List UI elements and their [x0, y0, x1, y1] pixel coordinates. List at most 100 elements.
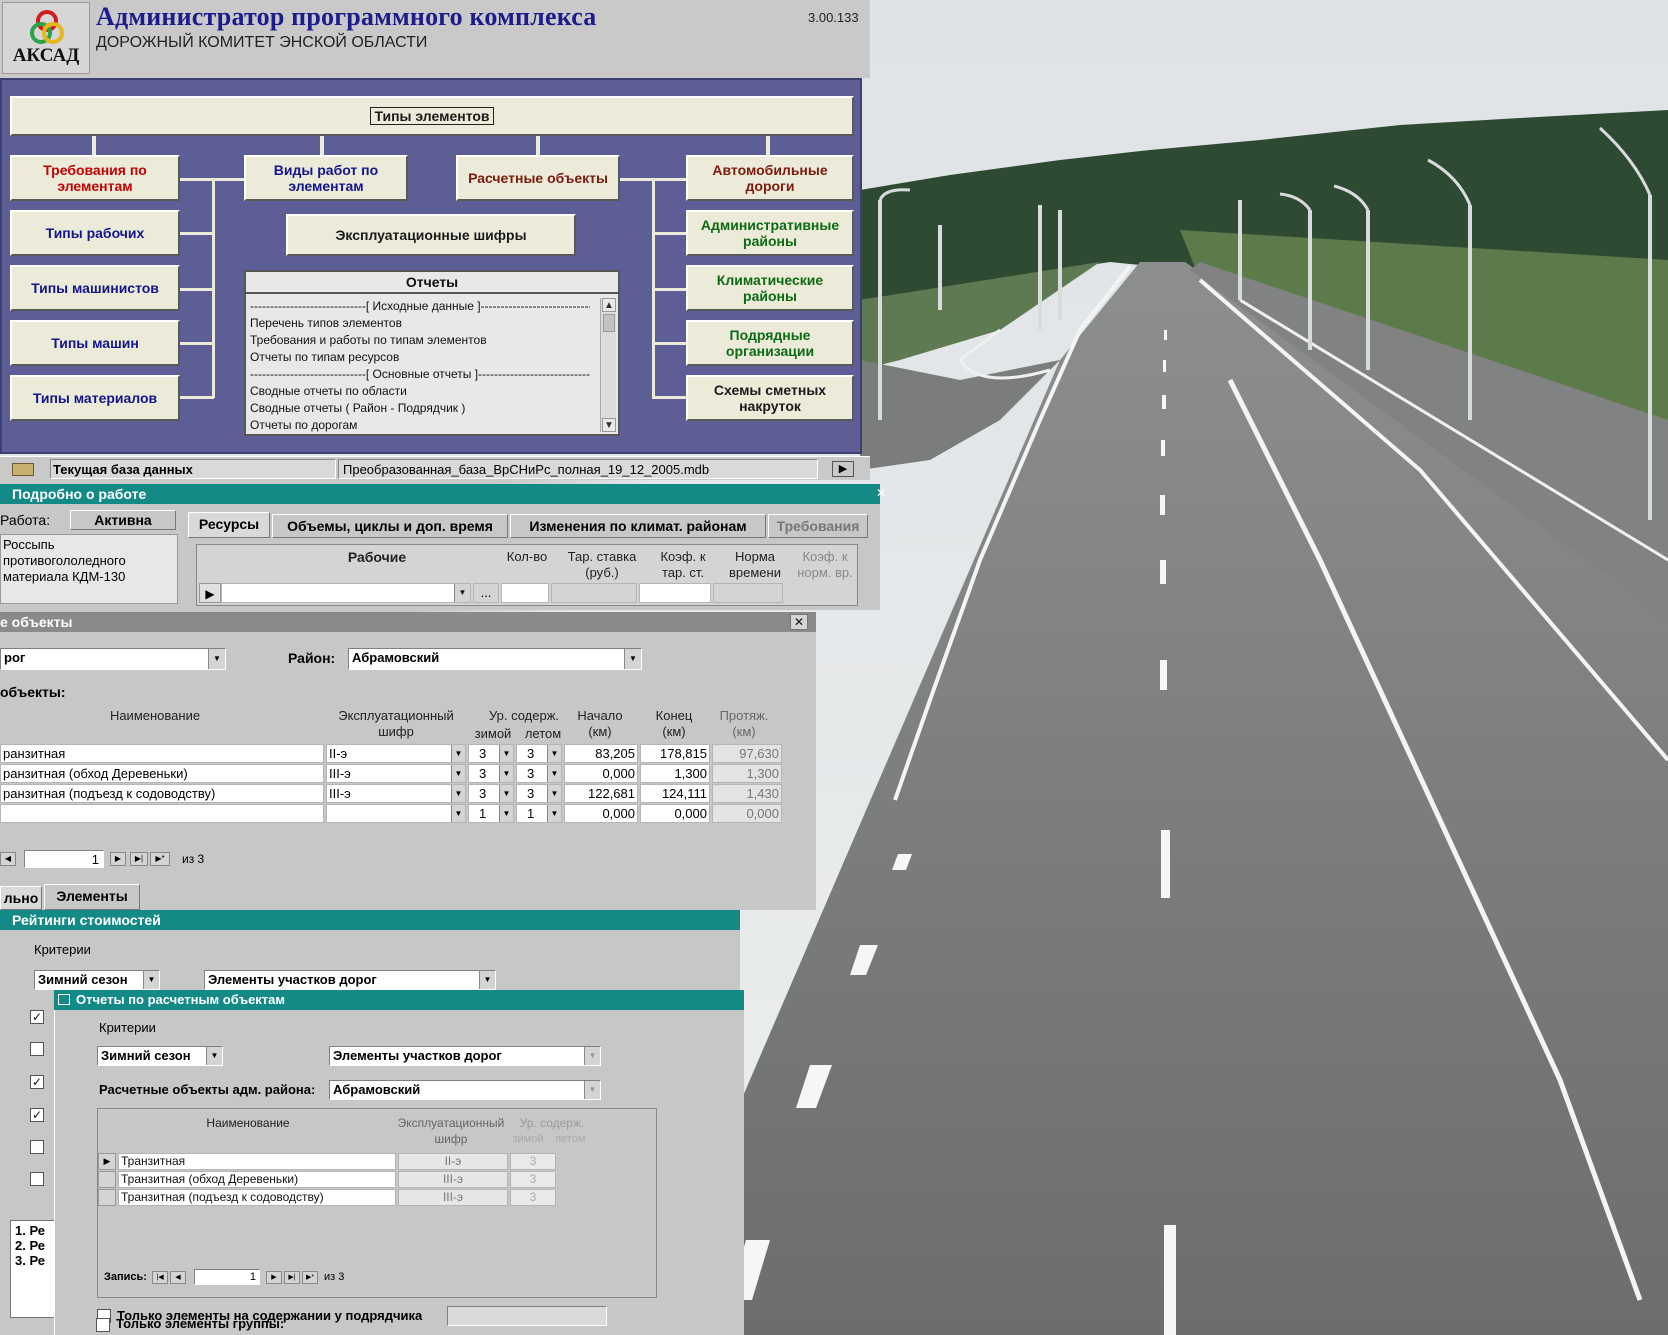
chevron-down-icon[interactable]: ▼: [499, 765, 513, 782]
climate-districts-button[interactable]: Климатические районы: [686, 265, 854, 311]
chevron-down-icon[interactable]: ▼: [499, 785, 513, 802]
report-cell-code[interactable]: III-э: [398, 1171, 508, 1188]
last-record-icon[interactable]: ▶|: [284, 1271, 300, 1284]
rate-coef-cell[interactable]: [639, 583, 711, 603]
chevron-down-icon[interactable]: ▼: [208, 649, 225, 669]
chevron-down-icon[interactable]: ▼: [499, 805, 513, 822]
report-cell-code[interactable]: II-э: [398, 1153, 508, 1170]
table-cell-name[interactable]: ранзитная: [0, 744, 324, 763]
table-cell-name[interactable]: ранзитная (обход Деревеньки): [0, 764, 324, 783]
report-item[interactable]: Сводные отчеты ( Район - Подрядчик ): [250, 400, 590, 417]
work-types-button[interactable]: Виды работ по элементам: [244, 155, 408, 201]
tab-elements[interactable]: Элементы: [44, 884, 140, 910]
chevron-down-icon[interactable]: ▼: [547, 765, 561, 782]
table-cell-code[interactable]: II-э: [326, 744, 466, 763]
table-cell-code[interactable]: III-э: [326, 784, 466, 803]
chevron-down-icon[interactable]: ▼: [451, 765, 465, 782]
group-only-checkbox[interactable]: [96, 1318, 110, 1332]
element-types-button[interactable]: Типы элементов: [10, 96, 854, 136]
chevron-down-icon[interactable]: ▼: [584, 1081, 600, 1099]
report-item[interactable]: Отчеты по типам ресурсов: [250, 349, 590, 366]
prev-record-icon[interactable]: ◀: [0, 852, 16, 866]
scroll-down-icon[interactable]: ▼: [602, 418, 616, 432]
report-item[interactable]: Отчеты по дорогам: [250, 417, 590, 434]
next-record-icon[interactable]: ▶: [110, 852, 126, 866]
table-cell-name[interactable]: [0, 804, 324, 823]
table-cell-length[interactable]: 97,630: [712, 744, 782, 763]
row-selector-icon[interactable]: ▶: [199, 583, 221, 603]
prev-record-icon[interactable]: ◀: [170, 1271, 186, 1284]
close-icon[interactable]: ✕: [790, 614, 808, 630]
report-item[interactable]: Перечень типов элементов: [250, 315, 590, 332]
material-types-button[interactable]: Типы материалов: [10, 375, 180, 421]
table-cell-length[interactable]: 1,300: [712, 764, 782, 783]
reports-scrollbar[interactable]: ▲ ▼: [600, 298, 616, 432]
record-number[interactable]: 1: [194, 1269, 260, 1285]
season-select[interactable]: Зимний сезон: [34, 970, 160, 990]
rate-cell[interactable]: [551, 583, 637, 603]
calc-objects-button[interactable]: Расчетные объекты: [456, 155, 620, 201]
requirements-button[interactable]: Требования по элементам: [10, 155, 180, 201]
next-record-icon[interactable]: ▶: [266, 1271, 282, 1284]
roads-button[interactable]: Автомобильные дороги: [686, 155, 854, 201]
rating-checkbox[interactable]: ✓: [30, 1108, 44, 1122]
table-cell-end[interactable]: 124,111: [640, 784, 710, 803]
new-record-icon[interactable]: ▶*: [302, 1271, 318, 1284]
chevron-down-icon[interactable]: ▼: [547, 805, 561, 822]
tab-volumes[interactable]: Объемы, циклы и доп. время: [272, 514, 508, 538]
table-cell-start[interactable]: 83,205: [564, 744, 638, 763]
report-item[interactable]: Сводные отчеты по области: [250, 383, 590, 400]
chevron-down-icon[interactable]: ▼: [584, 1047, 600, 1065]
machine-types-button[interactable]: Типы машин: [10, 320, 180, 366]
report-cell-level[interactable]: 3: [510, 1171, 556, 1188]
tab-requirements[interactable]: Требования: [768, 514, 868, 538]
rating-checkbox[interactable]: ✓: [30, 1010, 44, 1024]
table-cell-name[interactable]: ранзитная (подъезд к содоводству): [0, 784, 324, 803]
list-item[interactable]: 2. Ре: [15, 1238, 51, 1253]
rating-checkbox[interactable]: [30, 1172, 44, 1186]
table-cell-start[interactable]: 0,000: [564, 804, 638, 823]
list-item[interactable]: 1. Ре: [15, 1223, 51, 1238]
chevron-down-icon[interactable]: ▼: [143, 971, 159, 989]
table-cell-code[interactable]: III-э: [326, 764, 466, 783]
report-cell-code[interactable]: III-э: [398, 1189, 508, 1206]
chevron-down-icon[interactable]: ▼: [499, 745, 513, 762]
row-selector[interactable]: [98, 1171, 116, 1188]
table-cell-start[interactable]: 122,681: [564, 784, 638, 803]
road-select[interactable]: рог: [0, 648, 226, 670]
report-cell-name[interactable]: Транзитная: [118, 1153, 396, 1170]
chevron-down-icon[interactable]: ▼: [451, 805, 465, 822]
scroll-up-icon[interactable]: ▲: [602, 298, 616, 312]
worker-lookup-button[interactable]: ...: [473, 583, 499, 603]
cost-schemes-button[interactable]: Схемы сметных накруток: [686, 375, 854, 421]
chevron-down-icon[interactable]: ▼: [454, 584, 470, 602]
report-cell-level[interactable]: 3: [510, 1153, 556, 1170]
table-cell-end[interactable]: 0,000: [640, 804, 710, 823]
table-cell-start[interactable]: 0,000: [564, 764, 638, 783]
record-number[interactable]: 1: [24, 850, 104, 868]
new-record-icon[interactable]: ▶*: [150, 852, 170, 866]
first-record-icon[interactable]: |◀: [152, 1271, 168, 1284]
chevron-down-icon[interactable]: ▼: [547, 785, 561, 802]
chevron-down-icon[interactable]: ▼: [547, 745, 561, 762]
last-record-icon[interactable]: ▶|: [130, 852, 148, 866]
rating-checkbox[interactable]: ✓: [30, 1075, 44, 1089]
chevron-down-icon[interactable]: ▼: [624, 649, 641, 669]
table-cell-end[interactable]: 1,300: [640, 764, 710, 783]
table-cell-length[interactable]: 0,000: [712, 804, 782, 823]
chevron-down-icon[interactable]: ▼: [451, 785, 465, 802]
table-cell-length[interactable]: 1,430: [712, 784, 782, 803]
worker-select[interactable]: ▼: [221, 583, 471, 603]
list-item[interactable]: 3. Ре: [15, 1253, 51, 1268]
elements-select[interactable]: Элементы участков дорог: [329, 1046, 601, 1066]
table-cell-end[interactable]: 178,815: [640, 744, 710, 763]
report-item[interactable]: Требования и работы по типам элементов: [250, 332, 590, 349]
tab-general[interactable]: льно: [0, 886, 42, 910]
exit-icon[interactable]: ▶: [832, 461, 854, 477]
close-icon[interactable]: ✕: [876, 487, 892, 501]
rating-checkbox[interactable]: [30, 1042, 44, 1056]
chevron-down-icon[interactable]: ▼: [479, 971, 495, 989]
table-cell-code[interactable]: [326, 804, 466, 823]
admin-districts-button[interactable]: Административные районы: [686, 210, 854, 256]
chevron-down-icon[interactable]: ▼: [206, 1047, 222, 1065]
